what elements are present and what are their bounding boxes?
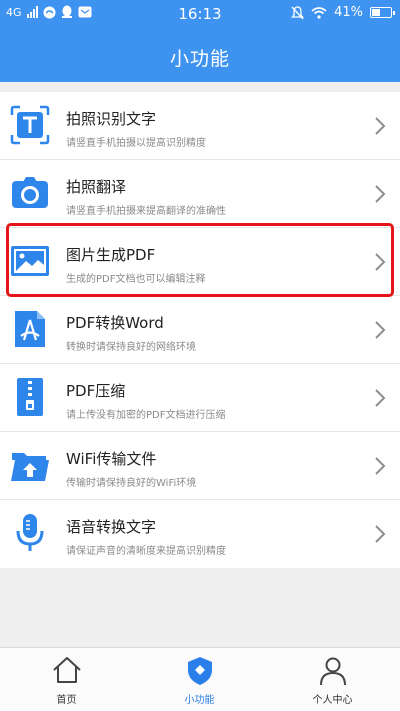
status-bar: 4G 16:13 41% xyxy=(0,0,400,28)
chevron-right-icon xyxy=(375,117,386,135)
feature-description: 转换时请保持良好的网络环境 xyxy=(66,342,196,353)
image-icon xyxy=(11,246,49,276)
feature-label: 语音转换文字 xyxy=(66,518,157,536)
feature-item-pdf-compress[interactable]: PDF压缩 请上传没有加密的PDF文档进行压缩 xyxy=(0,364,400,432)
chevron-right-icon xyxy=(375,525,386,543)
camera-icon xyxy=(12,177,48,208)
tab-label: 首页 xyxy=(56,695,77,706)
chevron-right-icon xyxy=(375,457,386,475)
feature-item-image-to-pdf[interactable]: 图片生成PDF 生成的PDF文档也可以编辑注释 xyxy=(0,228,400,296)
battery-icon xyxy=(370,7,395,18)
feature-item-speech-to-text[interactable]: 语音转换文字 请保证声音的清晰度来提高识别精度 xyxy=(0,500,400,568)
feature-label: PDF压缩 xyxy=(66,382,126,400)
chevron-right-icon xyxy=(375,321,386,339)
tab-tools[interactable]: 小功能 xyxy=(133,648,266,711)
tab-label: 个人中心 xyxy=(312,695,353,706)
feature-item-text-recognition[interactable]: 拍照识别文字 请竖直手机拍摄以提高识别精度 xyxy=(0,92,400,160)
bottom-tab-bar: 首页 小功能 个人中心 xyxy=(0,647,400,711)
tab-home[interactable]: 首页 xyxy=(0,648,133,711)
feature-description: 请竖直手机拍摄以提高识别精度 xyxy=(66,138,206,149)
tab-label: 小功能 xyxy=(184,695,215,706)
feature-label: WiFi传输文件 xyxy=(66,450,157,468)
shield-icon xyxy=(187,657,212,685)
feature-description: 请竖直手机拍摄来提高翻译的准确性 xyxy=(66,206,226,217)
microphone-icon xyxy=(16,514,44,551)
pdf-icon xyxy=(15,311,45,347)
tab-profile[interactable]: 个人中心 xyxy=(266,648,399,711)
folder-upload-icon xyxy=(11,453,49,481)
feature-description: 请上传没有加密的PDF文档进行压缩 xyxy=(66,410,226,421)
home-icon xyxy=(52,657,81,683)
feature-label: 拍照识别文字 xyxy=(66,110,157,128)
chevron-right-icon xyxy=(375,253,386,271)
app-header: 4G 16:13 41% 小功能 xyxy=(0,0,400,82)
feature-item-photo-translate[interactable]: 拍照翻译 请竖直手机拍摄来提高翻译的准确性 xyxy=(0,160,400,228)
mute-bell-icon xyxy=(291,5,304,19)
feature-description: 请保证声音的清晰度来提高识别精度 xyxy=(66,546,226,557)
feature-item-wifi-transfer[interactable]: WiFi传输文件 传输时请保持良好的WiFi环境 xyxy=(0,432,400,500)
chevron-right-icon xyxy=(375,185,386,203)
zip-icon xyxy=(17,378,43,416)
feature-label: PDF转换Word xyxy=(66,314,164,332)
feature-label: 图片生成PDF xyxy=(66,246,156,264)
feature-item-pdf-to-word[interactable]: PDF转换Word 转换时请保持良好的网络环境 xyxy=(0,296,400,364)
wifi-icon xyxy=(311,6,327,19)
feature-list: 拍照识别文字 请竖直手机拍摄以提高识别精度 拍照翻译 请竖直手机拍摄来提高翻译的… xyxy=(0,92,400,568)
feature-label: 拍照翻译 xyxy=(66,178,127,196)
feature-description: 生成的PDF文档也可以编辑注释 xyxy=(66,274,206,285)
chevron-right-icon xyxy=(375,389,386,407)
person-icon xyxy=(319,657,346,686)
text-scan-icon xyxy=(10,105,50,145)
battery-percent: 41% xyxy=(334,5,363,20)
page-title: 小功能 xyxy=(169,48,230,70)
feature-description: 传输时请保持良好的WiFi环境 xyxy=(66,478,197,489)
